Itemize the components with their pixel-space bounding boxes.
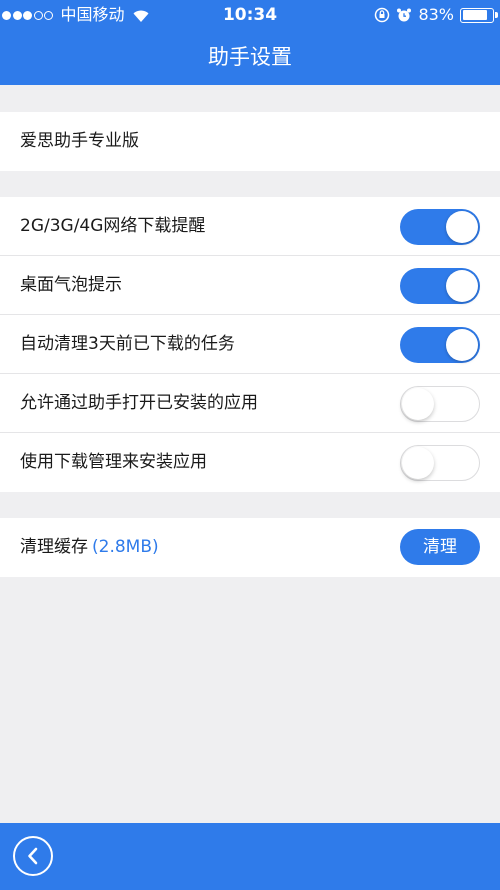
setting-label: 允许通过助手打开已安装的应用 [20, 393, 258, 413]
cache-row: 清理缓存 (2.8MB) 清理 [0, 518, 500, 577]
auto-clean-toggle[interactable] [400, 327, 480, 363]
back-button[interactable] [13, 836, 53, 876]
cache-size: (2.8MB) [92, 537, 159, 557]
network-alert-toggle[interactable] [400, 209, 480, 245]
status-bar: 中国移动 10:34 83% [0, 0, 500, 30]
orientation-lock-icon [375, 7, 390, 23]
account-label: 爱思助手专业版 [20, 131, 139, 151]
toggle-knob [446, 329, 478, 361]
clear-cache-button[interactable]: 清理 [400, 529, 480, 565]
battery-icon [460, 7, 498, 23]
setting-label: 2G/3G/4G网络下载提醒 [20, 216, 206, 236]
toggle-knob [402, 446, 434, 479]
cache-section: 清理缓存 (2.8MB) 清理 [0, 518, 500, 577]
setting-row-open-installed-apps: 允许通过助手打开已安装的应用 [0, 374, 500, 433]
page-title: 助手设置 [208, 45, 292, 69]
open-installed-apps-toggle[interactable] [400, 386, 480, 422]
bottom-bar [0, 823, 500, 890]
setting-label: 桌面气泡提示 [20, 275, 122, 295]
toggle-knob [446, 270, 478, 302]
desktop-bubble-toggle[interactable] [400, 268, 480, 304]
setting-row-download-manager-install: 使用下载管理来安装应用 [0, 433, 500, 492]
setting-row-desktop-bubble: 桌面气泡提示 [0, 256, 500, 315]
account-section: 爱思助手专业版 [0, 112, 500, 171]
alarm-icon [397, 8, 412, 22]
download-manager-install-toggle[interactable] [400, 445, 480, 481]
account-row[interactable]: 爱思助手专业版 [0, 112, 500, 171]
toggle-knob [446, 211, 478, 243]
cache-label: 清理缓存 (2.8MB) [20, 518, 159, 576]
setting-row-auto-clean: 自动清理3天前已下载的任务 [0, 315, 500, 374]
settings-section: 2G/3G/4G网络下载提醒 桌面气泡提示 自动清理3天前已下载的任务 允许通过… [0, 197, 500, 492]
cache-label-text: 清理缓存 [20, 537, 88, 557]
setting-label: 使用下载管理来安装应用 [20, 452, 207, 472]
setting-row-network-alert: 2G/3G/4G网络下载提醒 [0, 197, 500, 256]
battery-percent: 83% [418, 5, 454, 24]
top-bar: 中国移动 10:34 83% 助手设置 [0, 0, 500, 85]
chevron-left-icon [28, 847, 38, 865]
setting-label: 自动清理3天前已下载的任务 [20, 334, 235, 354]
toggle-knob [402, 387, 434, 420]
